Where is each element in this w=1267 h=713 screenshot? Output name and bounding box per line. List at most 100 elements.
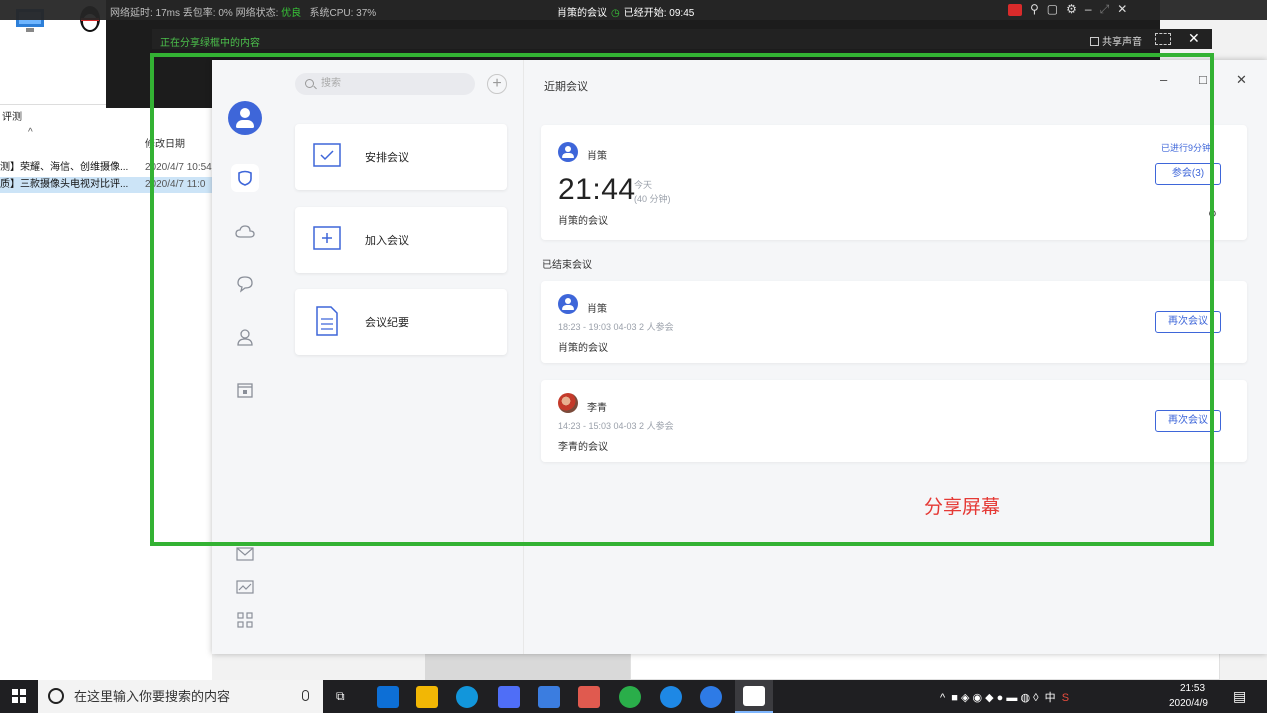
ended-meeting-card[interactable]: 李青 14:23 - 15:03 04-03 2 人参会 李青的会议 再次会议 xyxy=(541,380,1247,462)
file-date: 2020/4/7 11:0 xyxy=(145,179,206,190)
meeting-time-range: 14:23 - 15:03 04-03 2 人参会 xyxy=(558,421,674,431)
join-meeting-button[interactable]: 加入会议 xyxy=(295,207,507,273)
host-name: 李青 xyxy=(587,403,607,414)
maximize-window-icon[interactable]: □ xyxy=(1199,72,1207,87)
file-name: 质】三款摄像头电视对比评... xyxy=(0,179,129,190)
restart-meeting-button[interactable]: 再次会议 xyxy=(1155,410,1221,432)
meeting-notes-button[interactable]: 会议纪要 xyxy=(295,289,507,355)
file-name: 测】荣耀、海信、创维摄像... xyxy=(0,162,129,173)
close-window-icon[interactable]: ✕ xyxy=(1236,72,1247,88)
restart-meeting-button[interactable]: 再次会议 xyxy=(1155,311,1221,333)
nav-mail[interactable] xyxy=(231,540,259,568)
windows-start-icon[interactable] xyxy=(12,689,26,703)
meetings-main-panel: 近期会议 – □ ✕ 肖策 21:44 今天 (40 分钟) 肖策的会议 已进行… xyxy=(524,60,1267,654)
work-app-icon[interactable] xyxy=(538,686,560,708)
plus-box-icon xyxy=(313,226,341,250)
system-tray: ^ ■ ◈ ◉ ◆ ● ▬ ◍ ◊ 中 S xyxy=(940,689,1069,705)
meeting-elapsed: 已进行9分钟 xyxy=(1161,143,1212,153)
upcoming-meeting-card[interactable]: 肖策 21:44 今天 (40 分钟) 肖策的会议 已进行9分钟 参会(3) ⚲ xyxy=(541,125,1247,240)
telegram-icon[interactable] xyxy=(660,686,682,708)
tray-app-icon[interactable]: S xyxy=(1062,692,1069,704)
background-window xyxy=(425,650,630,680)
column-header-date[interactable]: 修改日期 xyxy=(145,135,185,150)
nav-contacts[interactable] xyxy=(231,323,259,351)
task-view-icon[interactable]: ⧉ xyxy=(336,689,345,704)
nav-meetings[interactable] xyxy=(231,164,259,192)
windows-taskbar: 在这里输入你要搜索的内容 ⧉ ^ ■ ◈ ◉ ◆ ● ▬ ◍ ◊ 中 S 21:… xyxy=(0,680,1267,713)
microphone-icon[interactable] xyxy=(302,690,309,701)
search-icon xyxy=(305,79,314,88)
document-icon xyxy=(316,306,338,336)
calendar-icon xyxy=(237,383,253,398)
stop-share-close-icon[interactable]: ✕ xyxy=(1188,30,1200,47)
actions-panel: 搜索 + 安排会议 加入会议 会议纪要 xyxy=(278,60,524,654)
file-row[interactable]: 质】三款摄像头电视对比评... 2020/4/7 11:0 xyxy=(0,177,212,193)
cortana-icon xyxy=(48,688,64,704)
chat-icon[interactable]: ▢ xyxy=(1047,2,1058,17)
nav-calendar[interactable] xyxy=(231,376,259,404)
minimize-window-icon[interactable]: – xyxy=(1160,72,1167,87)
cloud-icon xyxy=(235,225,255,238)
record-icon[interactable] xyxy=(1008,4,1022,16)
grid-apps-icon xyxy=(237,612,253,628)
host-name: 肖策 xyxy=(587,304,607,315)
left-nav-rail xyxy=(212,60,278,654)
meeting-started: 已经开始: 09:45 xyxy=(623,8,695,19)
file-explorer-icon[interactable] xyxy=(416,686,438,708)
meeting-name: 肖策的会议 xyxy=(557,8,607,19)
checkbox-icon xyxy=(1090,37,1099,46)
desktop-shortcut-label: 抬头一横摄的 xyxy=(0,42,60,53)
person-icon xyxy=(237,329,253,346)
browser-app-icon[interactable] xyxy=(456,686,478,708)
action-label: 加入会议 xyxy=(365,235,409,247)
minimize-icon[interactable]: – xyxy=(1085,2,1092,17)
nav-apps[interactable] xyxy=(231,606,259,634)
tray-icons[interactable]: ■ ◈ ◉ ◆ ● ▬ ◍ ◊ xyxy=(951,692,1038,704)
taskbar-search-placeholder: 在这里输入你要搜索的内容 xyxy=(74,689,231,704)
add-button[interactable]: + xyxy=(487,74,507,94)
taskbar-search-input[interactable]: 在这里输入你要搜索的内容 xyxy=(38,680,323,713)
taskbar-active-app[interactable] xyxy=(735,680,773,713)
background-document-window xyxy=(630,650,1220,680)
taskbar-time[interactable]: 21:53 xyxy=(1180,683,1205,694)
join-meeting-count-button[interactable]: 参会(3) xyxy=(1155,163,1221,185)
meeting-time-range: 18:23 - 19:03 04-03 2 人参会 xyxy=(558,322,674,332)
meeting-start-time: 21:44 xyxy=(558,173,636,206)
tray-expand-icon[interactable]: ^ xyxy=(940,692,945,704)
meeting-shield-app-icon[interactable] xyxy=(700,686,722,708)
work-app-2-icon[interactable] xyxy=(578,686,600,708)
edge-browser-icon[interactable] xyxy=(377,686,399,708)
sort-caret-icon[interactable]: ^ xyxy=(28,127,33,138)
nav-cloud[interactable] xyxy=(231,218,259,246)
nav-chat[interactable] xyxy=(231,270,259,298)
mail-icon xyxy=(236,547,254,561)
writer-app-icon[interactable] xyxy=(498,686,520,708)
member-search-icon[interactable]: ⚲ xyxy=(1208,208,1217,222)
search-input[interactable]: 搜索 xyxy=(295,73,475,95)
meeting-title: 李青的会议 xyxy=(558,442,608,453)
file-row[interactable]: 测】荣耀、海信、创维摄像... 2020/4/7 10:54 xyxy=(0,160,212,176)
taskbar-date[interactable]: 2020/4/9 xyxy=(1169,698,1208,709)
restore-icon[interactable]: ⤢ xyxy=(1100,2,1110,17)
people-icon[interactable]: ⚲ xyxy=(1030,2,1039,17)
select-region-icon[interactable] xyxy=(1155,33,1171,45)
share-controls: ⚲ ▢ ⚙ – ⤢ ✕ xyxy=(1008,2,1127,17)
nav-whiteboard[interactable] xyxy=(231,573,259,601)
user-avatar[interactable] xyxy=(228,101,262,135)
share-frame-header: 正在分享绿框中的内容 共享声音 ✕ xyxy=(152,29,1212,49)
schedule-meeting-button[interactable]: 安排会议 xyxy=(295,124,507,190)
page-title: 近期会议 xyxy=(544,81,588,93)
chat-bubble-icon xyxy=(237,276,253,293)
share-sound-checkbox[interactable]: 共享声音 xyxy=(1090,33,1142,48)
wechat-icon[interactable] xyxy=(619,686,641,708)
close-icon[interactable]: ✕ xyxy=(1117,2,1127,17)
ended-meeting-card[interactable]: 肖策 18:23 - 19:03 04-03 2 人参会 肖策的会议 再次会议 xyxy=(541,281,1247,363)
notification-icon[interactable]: ▤ xyxy=(1233,688,1246,705)
meeting-day: 今天 xyxy=(634,180,653,190)
input-language[interactable]: 中 xyxy=(1045,692,1056,704)
network-stats: 网络延时: 17ms 丢包率: 0% 网络状态: 优良 系统CPU: 37% xyxy=(110,4,376,19)
gear-icon[interactable]: ⚙ xyxy=(1066,2,1077,17)
share-status-bar: 网络延时: 17ms 丢包率: 0% 网络状态: 优良 系统CPU: 37% 肖… xyxy=(0,0,1267,20)
cpu-usage: 系统CPU: 37% xyxy=(309,8,377,19)
explorer-breadcrumb: 评测 xyxy=(2,112,22,123)
